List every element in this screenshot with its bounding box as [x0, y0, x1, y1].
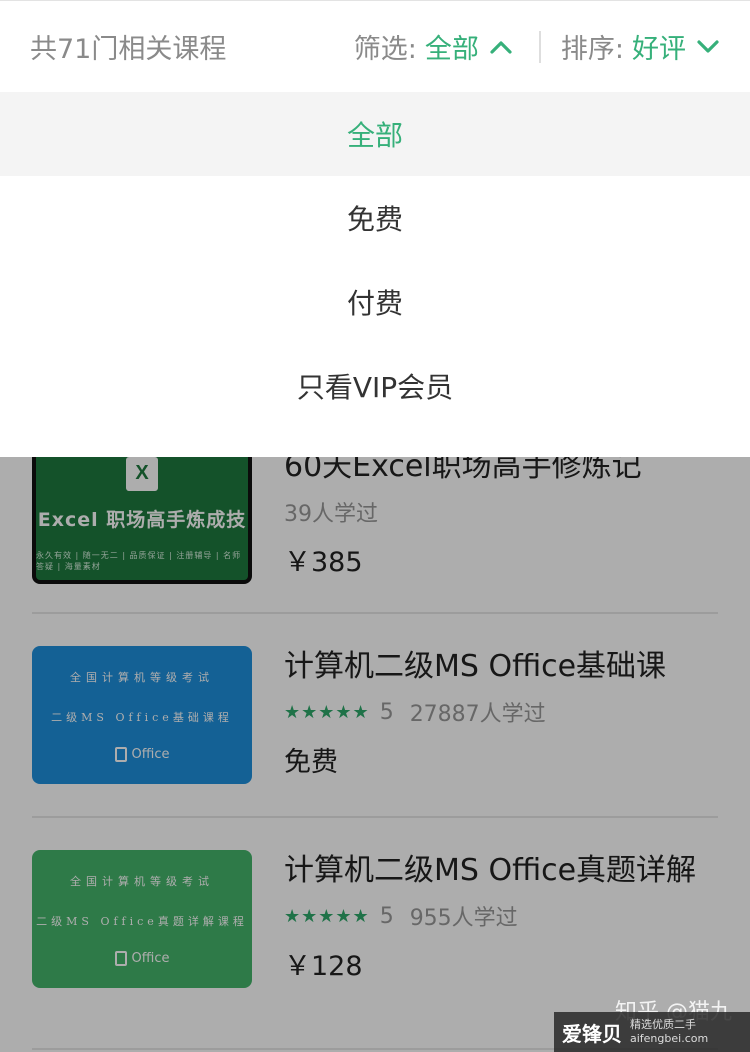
sort-value: 好评 [632, 34, 686, 65]
chevron-up-icon [490, 40, 512, 54]
results-header: 共71门相关课程 筛选: 全部 排序: 好评 [0, 0, 750, 92]
watermark-tag-2: aifengbei.com [630, 1032, 709, 1045]
site-watermark: 爱锋贝 精选优质二手 aifengbei.com [554, 1012, 750, 1052]
filter-value: 全部 [424, 34, 479, 65]
result-count: 共71门相关课程 [30, 34, 227, 65]
watermark-tagline: 精选优质二手 aifengbei.com [630, 1018, 708, 1046]
filter-option-all[interactable]: 全部 [0, 92, 750, 176]
watermark-tag-1: 精选优质二手 [630, 1018, 696, 1031]
filter-option-vip[interactable]: 只看VIP会员 [0, 344, 750, 428]
filter-option-paid[interactable]: 付费 [0, 260, 750, 344]
filter-option-free[interactable]: 免费 [0, 176, 750, 260]
chevron-down-icon [697, 39, 719, 53]
header-controls: 筛选: 全部 排序: 好评 [354, 27, 720, 66]
watermark-brand: 爱锋贝 [562, 1021, 622, 1046]
sort-toggle[interactable]: 排序: 好评 [561, 27, 720, 66]
filter-dropdown: 全部 免费 付费 只看VIP会员 [0, 92, 750, 457]
filter-label: 筛选: [353, 34, 417, 65]
header-divider [538, 30, 541, 63]
sort-label: 排序: [560, 34, 624, 65]
filter-toggle[interactable]: 筛选: 全部 [354, 27, 513, 66]
